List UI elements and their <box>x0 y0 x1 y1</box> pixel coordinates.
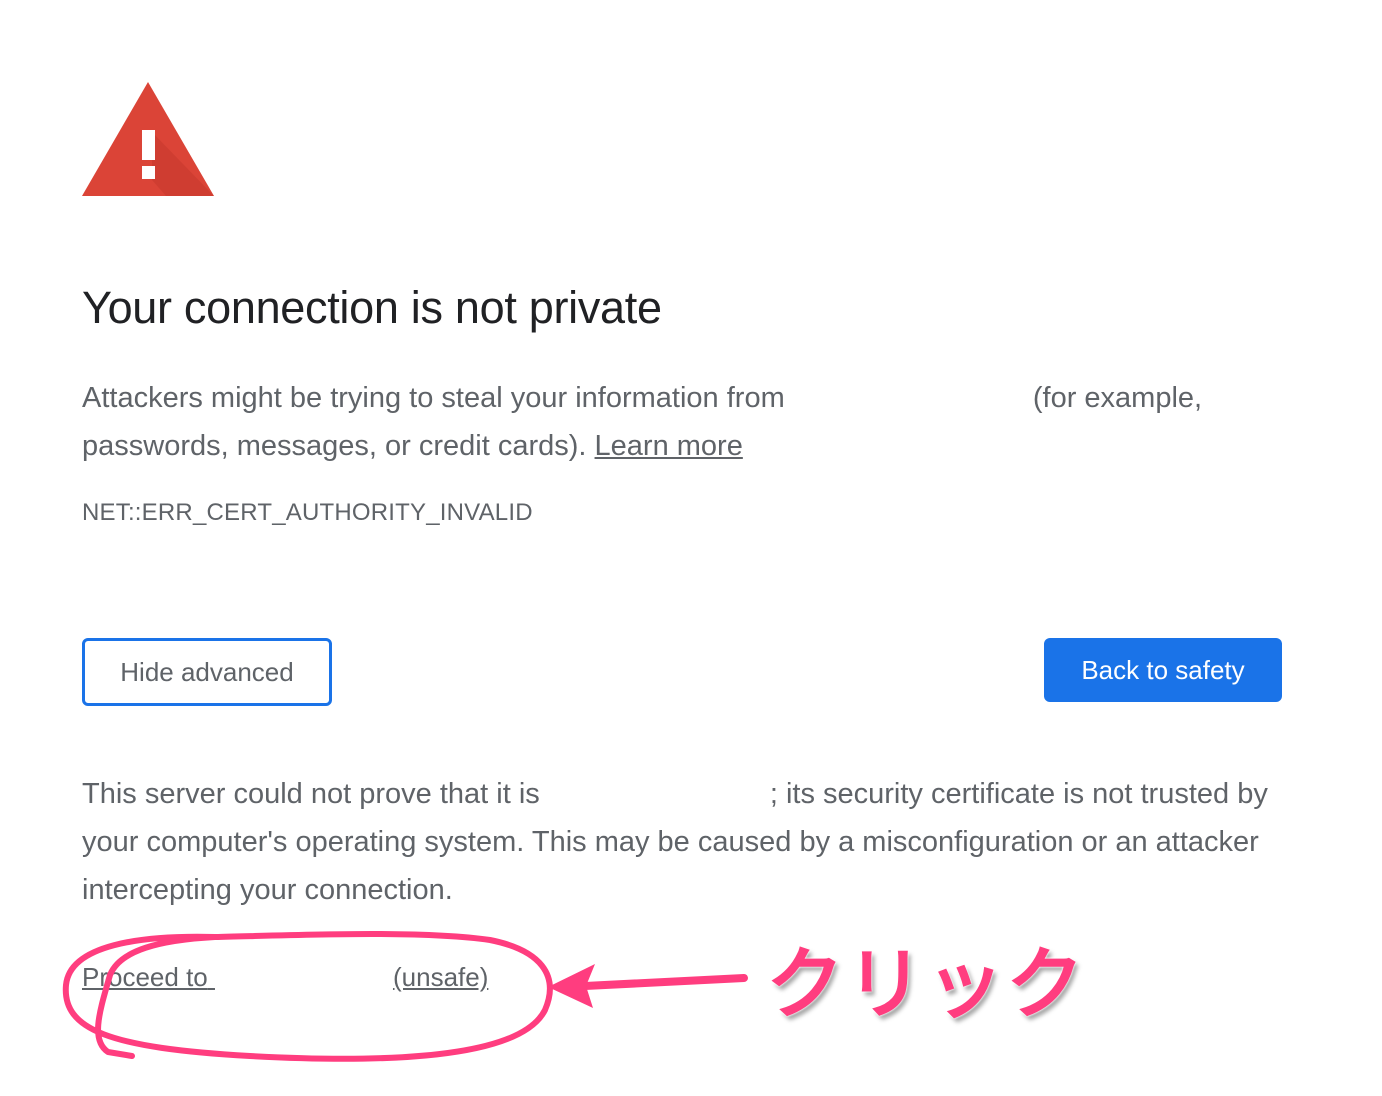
details-text-before: This server could not prove that it is <box>82 778 540 810</box>
proceed-unsafe-link[interactable]: Proceed to (unsafe) <box>82 962 488 993</box>
warning-triangle-icon <box>82 82 214 196</box>
annotation-arrow-shaft <box>581 974 748 990</box>
annotation-arrowhead <box>548 964 595 1008</box>
hide-advanced-button[interactable]: Hide advanced <box>82 638 332 706</box>
intro-paragraph: Attackers might be trying to steal your … <box>82 374 1282 470</box>
proceed-suffix: (unsafe) <box>392 962 489 992</box>
proceed-prefix: Proceed to <box>82 962 208 992</box>
back-to-safety-button[interactable]: Back to safety <box>1044 638 1282 702</box>
intro-text-before: Attackers might be trying to steal your … <box>82 382 785 414</box>
page-title: Your connection is not private <box>82 282 662 333</box>
click-annotation-label: クリック <box>766 940 1087 1030</box>
annotation-circle <box>62 930 553 1062</box>
interstitial-page: Your connection is not private Attackers… <box>0 0 1382 1096</box>
error-code: NET::ERR_CERT_AUTHORITY_INVALID <box>82 499 533 526</box>
advanced-details-paragraph: This server could not prove that it is ;… <box>82 770 1282 914</box>
learn-more-link[interactable]: Learn more <box>595 430 743 462</box>
